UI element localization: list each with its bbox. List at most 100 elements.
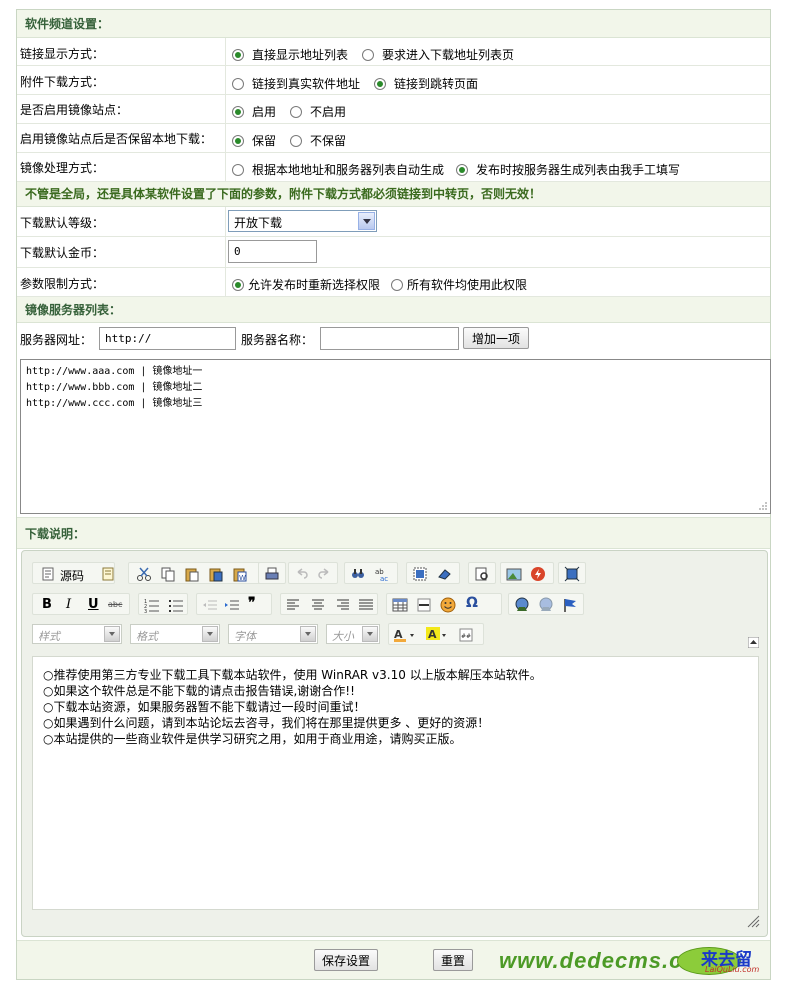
download-level-select[interactable]: 开放下载 — [228, 210, 377, 232]
cut-icon[interactable] — [136, 566, 152, 582]
font-combo[interactable]: 字体 — [228, 624, 318, 644]
radio-link-display-page[interactable]: 要求进入下载地址列表页 — [362, 46, 514, 63]
section-mirror-list-header: 镜像服务器列表： — [17, 297, 770, 323]
maximize-icon[interactable] — [564, 566, 580, 582]
section-channel-title: 软件频道设置： — [25, 17, 110, 31]
content-line: ○推荐使用第三方专业下载工具下载本站软件，使用 WinRAR v3.10 以上版… — [43, 668, 542, 682]
radio-attach-real[interactable]: 链接到真实软件地址 — [232, 75, 360, 92]
resize-grip-icon[interactable] — [758, 501, 768, 511]
radio-icon[interactable] — [456, 163, 468, 176]
chevron-down-icon[interactable] — [104, 626, 120, 642]
page-break-icon[interactable]: ## — [458, 627, 474, 643]
radio-param-reselect[interactable]: 允许发布时重新选择权限 — [232, 276, 380, 293]
server-url-input[interactable]: http:// — [99, 327, 236, 350]
bg-color-icon[interactable]: A — [426, 627, 450, 643]
style-combo[interactable]: 样式 — [32, 624, 122, 644]
server-name-label: 服务器名称： — [241, 333, 314, 347]
radio-param-all[interactable]: 所有软件均使用此权限 — [391, 276, 527, 293]
find-icon[interactable] — [350, 566, 366, 582]
text-color-icon[interactable]: A — [394, 627, 418, 643]
ordered-list-icon[interactable]: 123 — [144, 597, 160, 613]
radio-icon[interactable] — [232, 48, 244, 61]
paste-word-icon[interactable]: W — [232, 566, 248, 582]
radio-icon[interactable] — [232, 278, 244, 291]
radio-keep-local-no[interactable]: 不保留 — [290, 132, 346, 149]
svg-text:A: A — [428, 628, 437, 641]
collapse-toolbar-icon[interactable] — [748, 637, 759, 648]
radio-icon[interactable] — [232, 105, 244, 118]
radio-link-display-direct[interactable]: 直接显示地址列表 — [232, 46, 348, 63]
preview-icon[interactable] — [474, 566, 490, 582]
copy-icon[interactable] — [160, 566, 176, 582]
server-name-input[interactable] — [320, 327, 459, 350]
print-icon[interactable] — [264, 566, 280, 582]
chevron-down-icon[interactable] — [202, 626, 218, 642]
align-justify-icon[interactable] — [358, 597, 374, 613]
align-left-icon[interactable] — [286, 597, 302, 613]
radio-mirror-enable-on[interactable]: 启用 — [232, 103, 276, 120]
mirror-list-textarea[interactable]: http://www.aaa.com | 镜像地址一 http://www.bb… — [20, 359, 771, 514]
image-icon[interactable] — [506, 566, 522, 582]
link-icon[interactable] — [514, 597, 530, 613]
radio-icon[interactable] — [232, 134, 244, 147]
special-char-icon[interactable]: Ω — [466, 595, 478, 611]
outdent-icon[interactable] — [202, 597, 218, 613]
italic-icon[interactable]: I — [66, 597, 71, 612]
replace-icon[interactable]: abac — [374, 566, 390, 582]
row-mirror-enable: 是否启用镜像站点： 启用 不启用 — [17, 95, 770, 124]
paste-text-icon[interactable] — [208, 566, 224, 582]
indent-icon[interactable] — [224, 597, 240, 613]
underline-icon[interactable]: U — [88, 597, 99, 612]
editor-resize-icon[interactable] — [746, 914, 760, 928]
chevron-down-icon[interactable] — [300, 626, 316, 642]
flash-icon[interactable] — [530, 566, 546, 582]
mirror-list-line: http://www.ccc.com | 镜像地址三 — [26, 398, 203, 409]
chevron-down-icon[interactable] — [358, 212, 375, 230]
radio-mirror-enable-off[interactable]: 不启用 — [290, 103, 346, 120]
select-all-icon[interactable] — [412, 566, 428, 582]
radio-icon[interactable] — [232, 163, 244, 176]
radio-attach-jump[interactable]: 链接到跳转页面 — [374, 75, 478, 92]
document-icon[interactable] — [100, 566, 116, 582]
reset-button[interactable]: 重置 — [433, 949, 473, 971]
chevron-down-icon[interactable] — [362, 626, 378, 642]
settings-panel: 软件频道设置： 链接显示方式： 直接显示地址列表 要求进入下载地址列表页 附件下… — [16, 9, 771, 980]
unordered-list-icon[interactable] — [168, 597, 184, 613]
mirror-keep-local-label: 启用镜像站点后是否保留本地下载： — [20, 132, 213, 146]
horizontal-rule-icon[interactable] — [416, 597, 432, 613]
add-server-button[interactable]: 增加一项 — [463, 327, 529, 349]
blockquote-icon[interactable]: ❞ — [248, 595, 256, 611]
eraser-icon[interactable] — [436, 566, 452, 582]
smiley-icon[interactable] — [440, 597, 456, 613]
source-icon[interactable] — [40, 566, 56, 582]
radio-process-manual[interactable]: 发布时按服务器生成列表由我手工填写 — [456, 161, 680, 178]
paste-icon[interactable] — [184, 566, 200, 582]
download-gold-input[interactable]: 0 — [228, 240, 317, 263]
radio-icon[interactable] — [290, 134, 302, 147]
radio-process-auto[interactable]: 根据本地地址和服务器列表自动生成 — [232, 161, 444, 178]
align-center-icon[interactable] — [310, 597, 326, 613]
align-right-icon[interactable] — [334, 597, 350, 613]
save-button[interactable]: 保存设置 — [314, 949, 378, 971]
radio-icon[interactable] — [290, 105, 302, 118]
bold-icon[interactable]: B — [42, 597, 52, 612]
link-display-label: 链接显示方式： — [20, 47, 105, 61]
radio-icon[interactable] — [374, 77, 386, 90]
size-combo[interactable]: 大小 — [326, 624, 380, 644]
radio-icon[interactable] — [391, 278, 403, 291]
radio-icon[interactable] — [362, 48, 374, 61]
anchor-flag-icon[interactable] — [562, 597, 578, 613]
server-url-label: 服务器网址： — [20, 333, 93, 347]
radio-icon[interactable] — [232, 77, 244, 90]
footer-bar: 保存设置 重置 www.dedecms.com 来去留 LaiQuLiu.com — [17, 940, 770, 979]
editor-content-area[interactable]: ○推荐使用第三方专业下载工具下载本站软件，使用 WinRAR v3.10 以上版… — [32, 656, 759, 910]
table-icon[interactable] — [392, 597, 408, 613]
undo-icon[interactable] — [294, 566, 310, 582]
format-combo[interactable]: 格式 — [130, 624, 220, 644]
redo-icon[interactable] — [316, 566, 332, 582]
strikethrough-icon[interactable]: abc — [108, 600, 122, 609]
source-button[interactable]: 源码 — [60, 567, 84, 584]
radio-keep-local-yes[interactable]: 保留 — [232, 132, 276, 149]
svg-text:##: ## — [461, 633, 471, 640]
unlink-icon[interactable] — [538, 597, 554, 613]
